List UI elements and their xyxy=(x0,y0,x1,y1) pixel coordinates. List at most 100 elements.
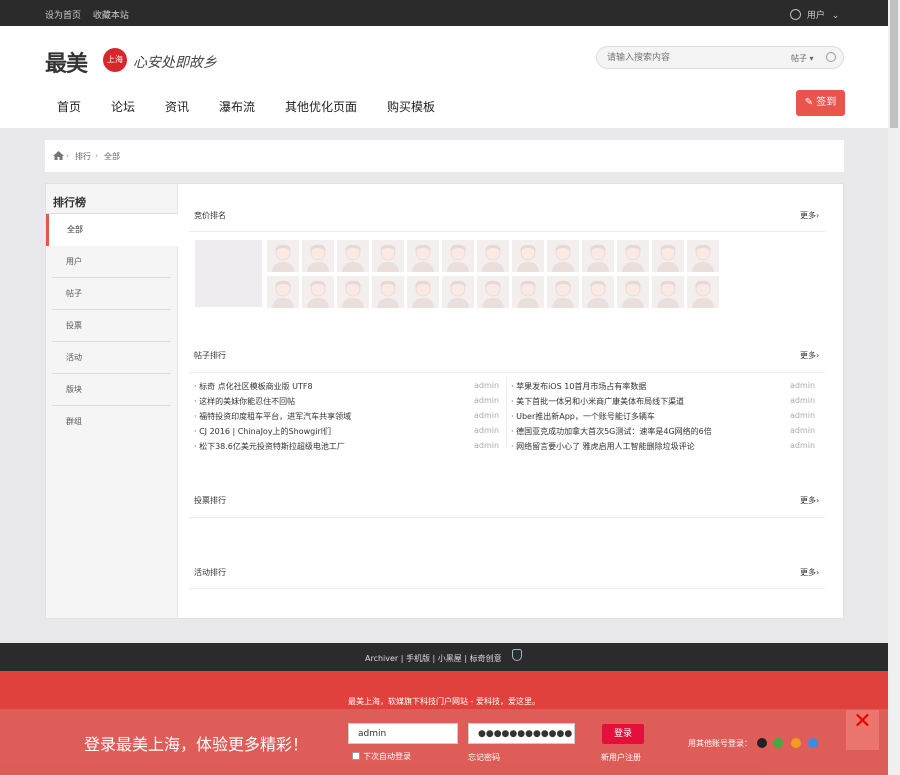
post-rank-title[interactable]: · Uber推出新App，一个账号能订多辆车 xyxy=(511,411,655,422)
post-rank-title[interactable]: · 苹果发布iOS 10首月市场占有率数据 xyxy=(511,381,646,392)
avatar[interactable] xyxy=(617,240,649,272)
breadcrumb-separator: › xyxy=(95,151,99,160)
logo-badge: 上海 xyxy=(103,48,127,72)
footer-tagline: 最美上海，软媒旗下科技门户网站 - 爱科技，爱这里。 xyxy=(348,697,540,706)
avatar[interactable] xyxy=(512,276,544,308)
post-rank-author[interactable]: admin xyxy=(790,426,815,435)
post-rank-author[interactable]: admin xyxy=(474,396,499,405)
avatar[interactable] xyxy=(547,276,579,308)
scrollbar-thumb[interactable] xyxy=(890,0,898,128)
sidebar-item-users[interactable]: 用户 xyxy=(52,246,171,278)
post-rank-author[interactable]: admin xyxy=(474,441,499,450)
qq-icon[interactable] xyxy=(757,738,767,748)
divider xyxy=(189,372,825,373)
post-rank-author[interactable]: admin xyxy=(790,441,815,450)
breadcrumb-rank[interactable]: 排行 xyxy=(75,151,91,162)
avatar[interactable] xyxy=(372,240,404,272)
sidebar-item-groups[interactable]: 群组 xyxy=(52,406,171,438)
baidu-icon[interactable] xyxy=(808,738,818,748)
chevron-down-icon: ⌄ xyxy=(831,11,840,21)
avatar[interactable] xyxy=(687,240,719,272)
post-rank-author[interactable]: admin xyxy=(474,426,499,435)
forgot-password-link[interactable]: 忘记密码 xyxy=(468,752,500,763)
avatar[interactable] xyxy=(652,276,684,308)
avatar[interactable] xyxy=(302,276,334,308)
sidebar-item-posts[interactable]: 帖子 xyxy=(52,278,171,310)
post-rank-author[interactable]: admin xyxy=(790,396,815,405)
avatar[interactable] xyxy=(477,240,509,272)
post-rank-title[interactable]: · 美下首批一体另和小米商广康美体布局线下渠道 xyxy=(511,396,684,407)
user-menu[interactable]: 用户 ⌄ xyxy=(790,8,839,21)
post-rank-title[interactable]: · 这样的美妹你能忍住不回帖 xyxy=(194,396,295,407)
more-link-bid[interactable]: 更多› xyxy=(800,210,819,221)
post-rank-author[interactable]: admin xyxy=(474,411,499,420)
remember-me-checkbox[interactable]: 下次自动登录 xyxy=(352,751,411,762)
sidebar-item-events[interactable]: 活动 xyxy=(52,342,171,374)
avatar[interactable] xyxy=(442,240,474,272)
bid-slot-placeholder[interactable] xyxy=(195,240,262,307)
more-link-events[interactable]: 更多› xyxy=(800,567,819,578)
footer-links-text[interactable]: Archiver | 手机版 | 小黑屋 | 标奇创意 xyxy=(365,653,502,664)
post-rank-title[interactable]: · 福特投资印度租车平台，进军汽车共享领域 xyxy=(194,411,351,422)
avatar[interactable] xyxy=(267,240,299,272)
pencil-icon: ✎ xyxy=(804,97,814,108)
avatar[interactable] xyxy=(477,276,509,308)
avatar[interactable] xyxy=(617,276,649,308)
avatar[interactable] xyxy=(582,240,614,272)
sidebar-item-all[interactable]: 全部 xyxy=(46,214,178,246)
nav-forum[interactable]: 论坛 xyxy=(111,98,135,115)
search-input[interactable] xyxy=(607,51,767,65)
post-rank-title[interactable]: · 德国亚克成功加拿大首次5G测试：速率是4G网络的6倍 xyxy=(511,426,712,437)
sidebar-item-boards[interactable]: 版块 xyxy=(52,374,171,406)
avatar[interactable] xyxy=(407,240,439,272)
avatar[interactable] xyxy=(442,276,474,308)
post-rank-author[interactable]: admin xyxy=(474,381,499,390)
sidebar-item-votes[interactable]: 投票 xyxy=(52,310,171,342)
section-title-votes: 投票排行 xyxy=(194,496,226,505)
nav-other-pages[interactable]: 其他优化页面 xyxy=(285,98,357,115)
post-rank-title[interactable]: · 网络留言要小心了 雅虎启用人工智能删除垃圾评论 xyxy=(511,441,695,452)
sign-in-button[interactable]: ✎ 签到 xyxy=(796,90,845,116)
avatar[interactable] xyxy=(652,240,684,272)
avatar[interactable] xyxy=(337,276,369,308)
user-icon xyxy=(790,9,801,20)
post-rank-title[interactable]: · CJ 2016 | ChinaJoy上的Showgirl们 xyxy=(194,426,331,437)
close-icon[interactable]: ✕ xyxy=(846,710,879,750)
avatar[interactable] xyxy=(582,276,614,308)
post-rank-title[interactable]: · 标奇 点化社区模板商业版 UTF8 xyxy=(194,381,313,392)
username-input[interactable] xyxy=(348,723,458,744)
avatar[interactable] xyxy=(302,240,334,272)
search-icon[interactable] xyxy=(826,52,836,62)
more-link-votes[interactable]: 更多› xyxy=(800,495,819,506)
search-type-select[interactable]: 帖子 ▾ xyxy=(791,53,814,64)
avatar[interactable] xyxy=(337,240,369,272)
scrollbar[interactable] xyxy=(888,0,900,775)
nav-waterfall[interactable]: 瀑布流 xyxy=(219,98,255,115)
user-menu-label: 用户 xyxy=(806,11,825,21)
login-button[interactable]: 登录 xyxy=(602,724,644,744)
home-icon[interactable] xyxy=(53,151,64,160)
avatar[interactable] xyxy=(687,276,719,308)
weibo-icon[interactable] xyxy=(791,738,801,748)
nav-news[interactable]: 资讯 xyxy=(165,98,189,115)
nav-home[interactable]: 首页 xyxy=(57,98,81,115)
avatar[interactable] xyxy=(267,276,299,308)
set-homepage-link[interactable]: 设为首页 xyxy=(45,11,81,21)
main-content: 排行榜 全部 用户 帖子 投票 活动 版块 群组 竞价排名 更多› 帖子排行 更… xyxy=(45,183,844,619)
avatar[interactable] xyxy=(547,240,579,272)
post-rank-author[interactable]: admin xyxy=(790,411,815,420)
register-link[interactable]: 新用户注册 xyxy=(601,752,641,763)
wechat-icon[interactable] xyxy=(773,738,783,748)
more-link-posts[interactable]: 更多› xyxy=(800,350,819,361)
avatar[interactable] xyxy=(407,276,439,308)
nav-buy-template[interactable]: 购买模板 xyxy=(387,98,435,115)
avatar[interactable] xyxy=(512,240,544,272)
checkbox-icon xyxy=(352,752,360,760)
bookmark-link[interactable]: 收藏本站 xyxy=(93,11,129,21)
avatar[interactable] xyxy=(372,276,404,308)
post-rank-title[interactable]: · 松下38.6亿美元投资特斯拉超级电池工厂 xyxy=(194,441,345,452)
search-box: 帖子 ▾ xyxy=(596,46,844,69)
site-logo[interactable]: 最美 上海 心安处即故乡 xyxy=(45,46,245,77)
password-input[interactable] xyxy=(468,723,575,744)
post-rank-author[interactable]: admin xyxy=(790,381,815,390)
